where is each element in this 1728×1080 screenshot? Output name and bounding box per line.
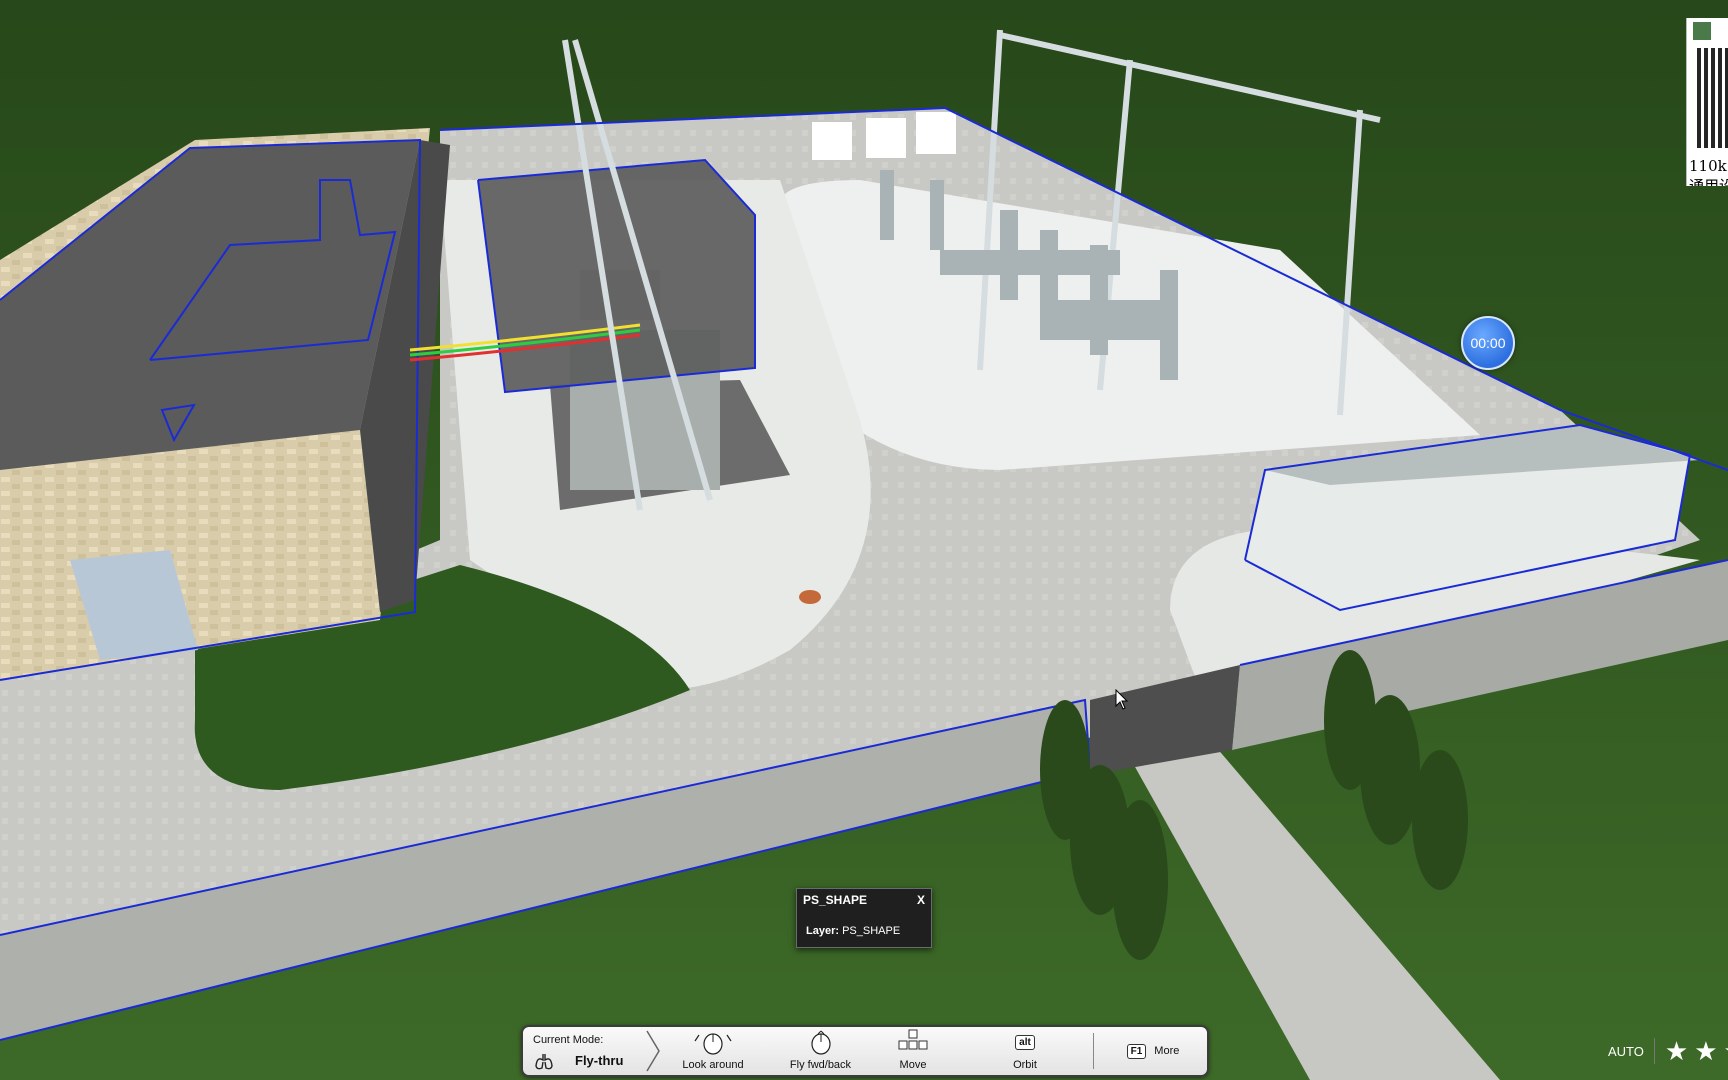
quality-rating[interactable]: AUTO ★ ★ ★ (1608, 1038, 1728, 1064)
feature-info-popup: PS_SHAPE X Layer: PS_SHAPE (796, 888, 932, 948)
current-mode-indicator[interactable]: Current Mode: Fly-thru (531, 1032, 661, 1072)
tool-orbit-label: Orbit (1013, 1059, 1037, 1071)
record-timer-button[interactable]: 00:00 (1461, 316, 1515, 370)
tool-orbit[interactable]: alt Orbit (995, 1029, 1055, 1073)
mode-value: Fly-thru (575, 1053, 624, 1068)
mouse-look-icon (668, 1029, 758, 1055)
tool-move-label: Move (899, 1059, 927, 1071)
manhole (799, 590, 821, 604)
toolbar-divider (1093, 1033, 1094, 1069)
star-icon[interactable]: ★ (1694, 1038, 1717, 1064)
chevron-right-icon (646, 1030, 660, 1072)
arrow-keys-icon (883, 1029, 943, 1055)
qr-caption: 110k 通用设 (1689, 156, 1728, 186)
more-button[interactable]: F1 More (1108, 1029, 1198, 1073)
lungs-mode-icon (535, 1054, 553, 1070)
tool-fly-fwd-back[interactable]: Fly fwd/back (773, 1029, 868, 1073)
f1-key-icon: F1 (1126, 1043, 1147, 1059)
popup-layer-label: Layer: (806, 925, 840, 937)
mode-caption: Current Mode: (533, 1034, 604, 1046)
popup-layer-row: Layer: PS_SHAPE (806, 925, 900, 937)
mouse-cursor-icon (1115, 689, 1129, 710)
qr-caption-line1: 110k (1689, 157, 1727, 175)
star-icon[interactable]: ★ (1724, 1038, 1728, 1064)
qr-code-panel: 110k 通用设 (1686, 18, 1728, 186)
tool-look-around-label: Look around (682, 1059, 744, 1071)
popup-layer-value: PS_SHAPE (842, 925, 901, 937)
popup-close-button[interactable]: X (917, 893, 925, 907)
alt-key-label: alt (1015, 1034, 1035, 1050)
star-icon[interactable]: ★ (1665, 1038, 1688, 1064)
popup-title: PS_SHAPE (803, 893, 868, 907)
thumbnail-image (1693, 22, 1711, 40)
mouse-fly-icon (773, 1029, 868, 1055)
tool-move[interactable]: Move (883, 1029, 943, 1073)
timer-label: 00:00 (1470, 335, 1506, 351)
rating-divider (1653, 1038, 1655, 1064)
auto-label: AUTO (1608, 1043, 1644, 1059)
navigation-toolbar: Current Mode: Fly-thru Look around Fly f… (521, 1025, 1209, 1077)
tool-fly-fwd-back-label: Fly fwd/back (789, 1059, 852, 1071)
qr-code-image (1697, 48, 1728, 148)
more-label: More (1154, 1045, 1180, 1057)
alt-key-icon: alt (995, 1029, 1055, 1055)
qr-caption-line2: 通用设 (1689, 177, 1728, 186)
tool-look-around[interactable]: Look around (668, 1029, 758, 1073)
